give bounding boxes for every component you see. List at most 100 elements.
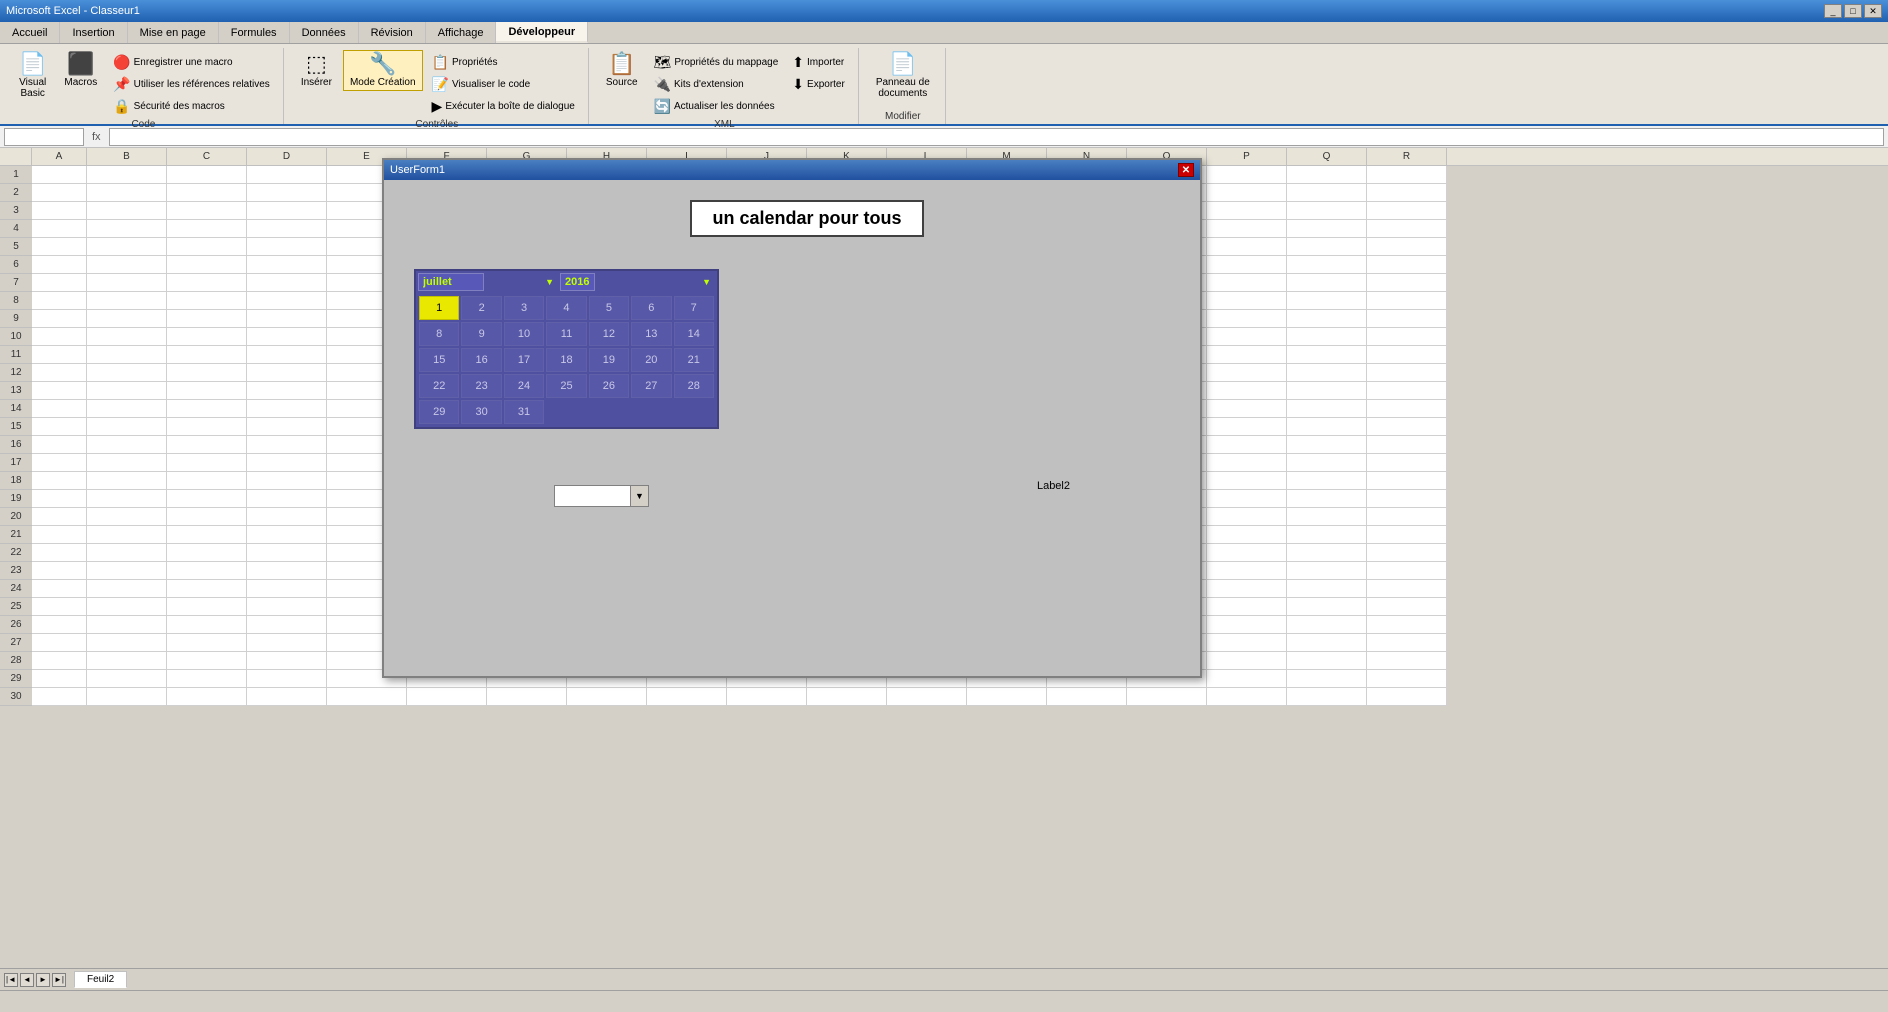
tab-affichage[interactable]: Affichage (426, 22, 497, 43)
cell-D15[interactable] (247, 418, 327, 436)
cell-P29[interactable] (1207, 670, 1287, 688)
cell-P17[interactable] (1207, 454, 1287, 472)
cell-A5[interactable] (32, 238, 87, 256)
cell-D4[interactable] (247, 220, 327, 238)
cell-R9[interactable] (1367, 310, 1447, 328)
combo-box[interactable]: ▼ (554, 485, 649, 507)
cell-R19[interactable] (1367, 490, 1447, 508)
cell-C28[interactable] (167, 652, 247, 670)
cell-R27[interactable] (1367, 634, 1447, 652)
cell-D9[interactable] (247, 310, 327, 328)
mode-creation-button[interactable]: 🔧 Mode Création (343, 50, 423, 91)
cell-R14[interactable] (1367, 400, 1447, 418)
enregistrer-macro-button[interactable]: 🔴 Enregistrer une macro (108, 52, 275, 73)
cell-P25[interactable] (1207, 598, 1287, 616)
cell-C17[interactable] (167, 454, 247, 472)
cell-R18[interactable] (1367, 472, 1447, 490)
cell-B11[interactable] (87, 346, 167, 364)
cell-Q1[interactable] (1287, 166, 1367, 184)
cal-day-7[interactable]: 7 (674, 296, 714, 320)
sheet-tab-feuil2[interactable]: Feuil2 (74, 971, 127, 988)
cell-C25[interactable] (167, 598, 247, 616)
cell-D6[interactable] (247, 256, 327, 274)
cell-B2[interactable] (87, 184, 167, 202)
cell-A13[interactable] (32, 382, 87, 400)
cell-D14[interactable] (247, 400, 327, 418)
cal-day-28[interactable]: 28 (674, 374, 714, 398)
importer-button[interactable]: ⬆ Importer (787, 52, 850, 73)
cal-day-17[interactable]: 17 (504, 348, 544, 372)
cell-R3[interactable] (1367, 202, 1447, 220)
securite-macros-button[interactable]: 🔒 Sécurité des macros (108, 96, 275, 117)
cell-D22[interactable] (247, 544, 327, 562)
cell-P28[interactable] (1207, 652, 1287, 670)
cell-D26[interactable] (247, 616, 327, 634)
cell-R1[interactable] (1367, 166, 1447, 184)
utiliser-refs-button[interactable]: 📌 Utiliser les références relatives (108, 74, 275, 95)
prev-sheet-button[interactable]: ◄ (20, 973, 34, 987)
cell-Q21[interactable] (1287, 526, 1367, 544)
cell-A24[interactable] (32, 580, 87, 598)
kits-extension-button[interactable]: 🔌 Kits d'extension (649, 74, 784, 95)
cell-B19[interactable] (87, 490, 167, 508)
cell-N30[interactable] (1047, 688, 1127, 706)
cal-day-14[interactable]: 14 (674, 322, 714, 346)
cell-D24[interactable] (247, 580, 327, 598)
cell-G30[interactable] (487, 688, 567, 706)
cell-R21[interactable] (1367, 526, 1447, 544)
cal-day-8[interactable]: 8 (419, 322, 459, 346)
cell-J30[interactable] (727, 688, 807, 706)
cell-B26[interactable] (87, 616, 167, 634)
cell-R30[interactable] (1367, 688, 1447, 706)
cell-Q12[interactable] (1287, 364, 1367, 382)
actualiser-button[interactable]: 🔄 Actualiser les données (649, 96, 784, 117)
cell-B9[interactable] (87, 310, 167, 328)
cell-A23[interactable] (32, 562, 87, 580)
proprietes-mappage-button[interactable]: 🗺 Propriétés du mappage (649, 52, 784, 73)
year-select[interactable]: 201420152016 2017201820192020 (560, 273, 595, 291)
cell-C14[interactable] (167, 400, 247, 418)
cell-P27[interactable] (1207, 634, 1287, 652)
cell-Q25[interactable] (1287, 598, 1367, 616)
cell-R16[interactable] (1367, 436, 1447, 454)
cell-B27[interactable] (87, 634, 167, 652)
cell-B6[interactable] (87, 256, 167, 274)
cell-A17[interactable] (32, 454, 87, 472)
visual-basic-button[interactable]: 📄 VisualBasic (12, 50, 53, 102)
inserer-button[interactable]: ⬚ Insérer (294, 50, 339, 91)
cell-R12[interactable] (1367, 364, 1447, 382)
cell-C30[interactable] (167, 688, 247, 706)
cell-C26[interactable] (167, 616, 247, 634)
cell-C10[interactable] (167, 328, 247, 346)
cell-A12[interactable] (32, 364, 87, 382)
exporter-button[interactable]: ⬇ Exporter (787, 74, 850, 95)
cell-A1[interactable] (32, 166, 87, 184)
cell-B29[interactable] (87, 670, 167, 688)
cell-A2[interactable] (32, 184, 87, 202)
cell-E30[interactable] (327, 688, 407, 706)
cell-C7[interactable] (167, 274, 247, 292)
cell-C19[interactable] (167, 490, 247, 508)
cell-B10[interactable] (87, 328, 167, 346)
cell-R4[interactable] (1367, 220, 1447, 238)
cell-B16[interactable] (87, 436, 167, 454)
cell-A18[interactable] (32, 472, 87, 490)
cell-Q26[interactable] (1287, 616, 1367, 634)
cell-B15[interactable] (87, 418, 167, 436)
cell-Q24[interactable] (1287, 580, 1367, 598)
cell-B18[interactable] (87, 472, 167, 490)
cell-Q8[interactable] (1287, 292, 1367, 310)
cell-B22[interactable] (87, 544, 167, 562)
cal-day-9[interactable]: 9 (461, 322, 501, 346)
cell-B7[interactable] (87, 274, 167, 292)
cell-D18[interactable] (247, 472, 327, 490)
cell-P8[interactable] (1207, 292, 1287, 310)
cell-A28[interactable] (32, 652, 87, 670)
cell-A26[interactable] (32, 616, 87, 634)
cell-P18[interactable] (1207, 472, 1287, 490)
cell-C2[interactable] (167, 184, 247, 202)
cell-D29[interactable] (247, 670, 327, 688)
cell-Q19[interactable] (1287, 490, 1367, 508)
cal-day-25[interactable]: 25 (546, 374, 586, 398)
panneau-documents-button[interactable]: 📄 Panneau dedocuments (869, 50, 937, 102)
